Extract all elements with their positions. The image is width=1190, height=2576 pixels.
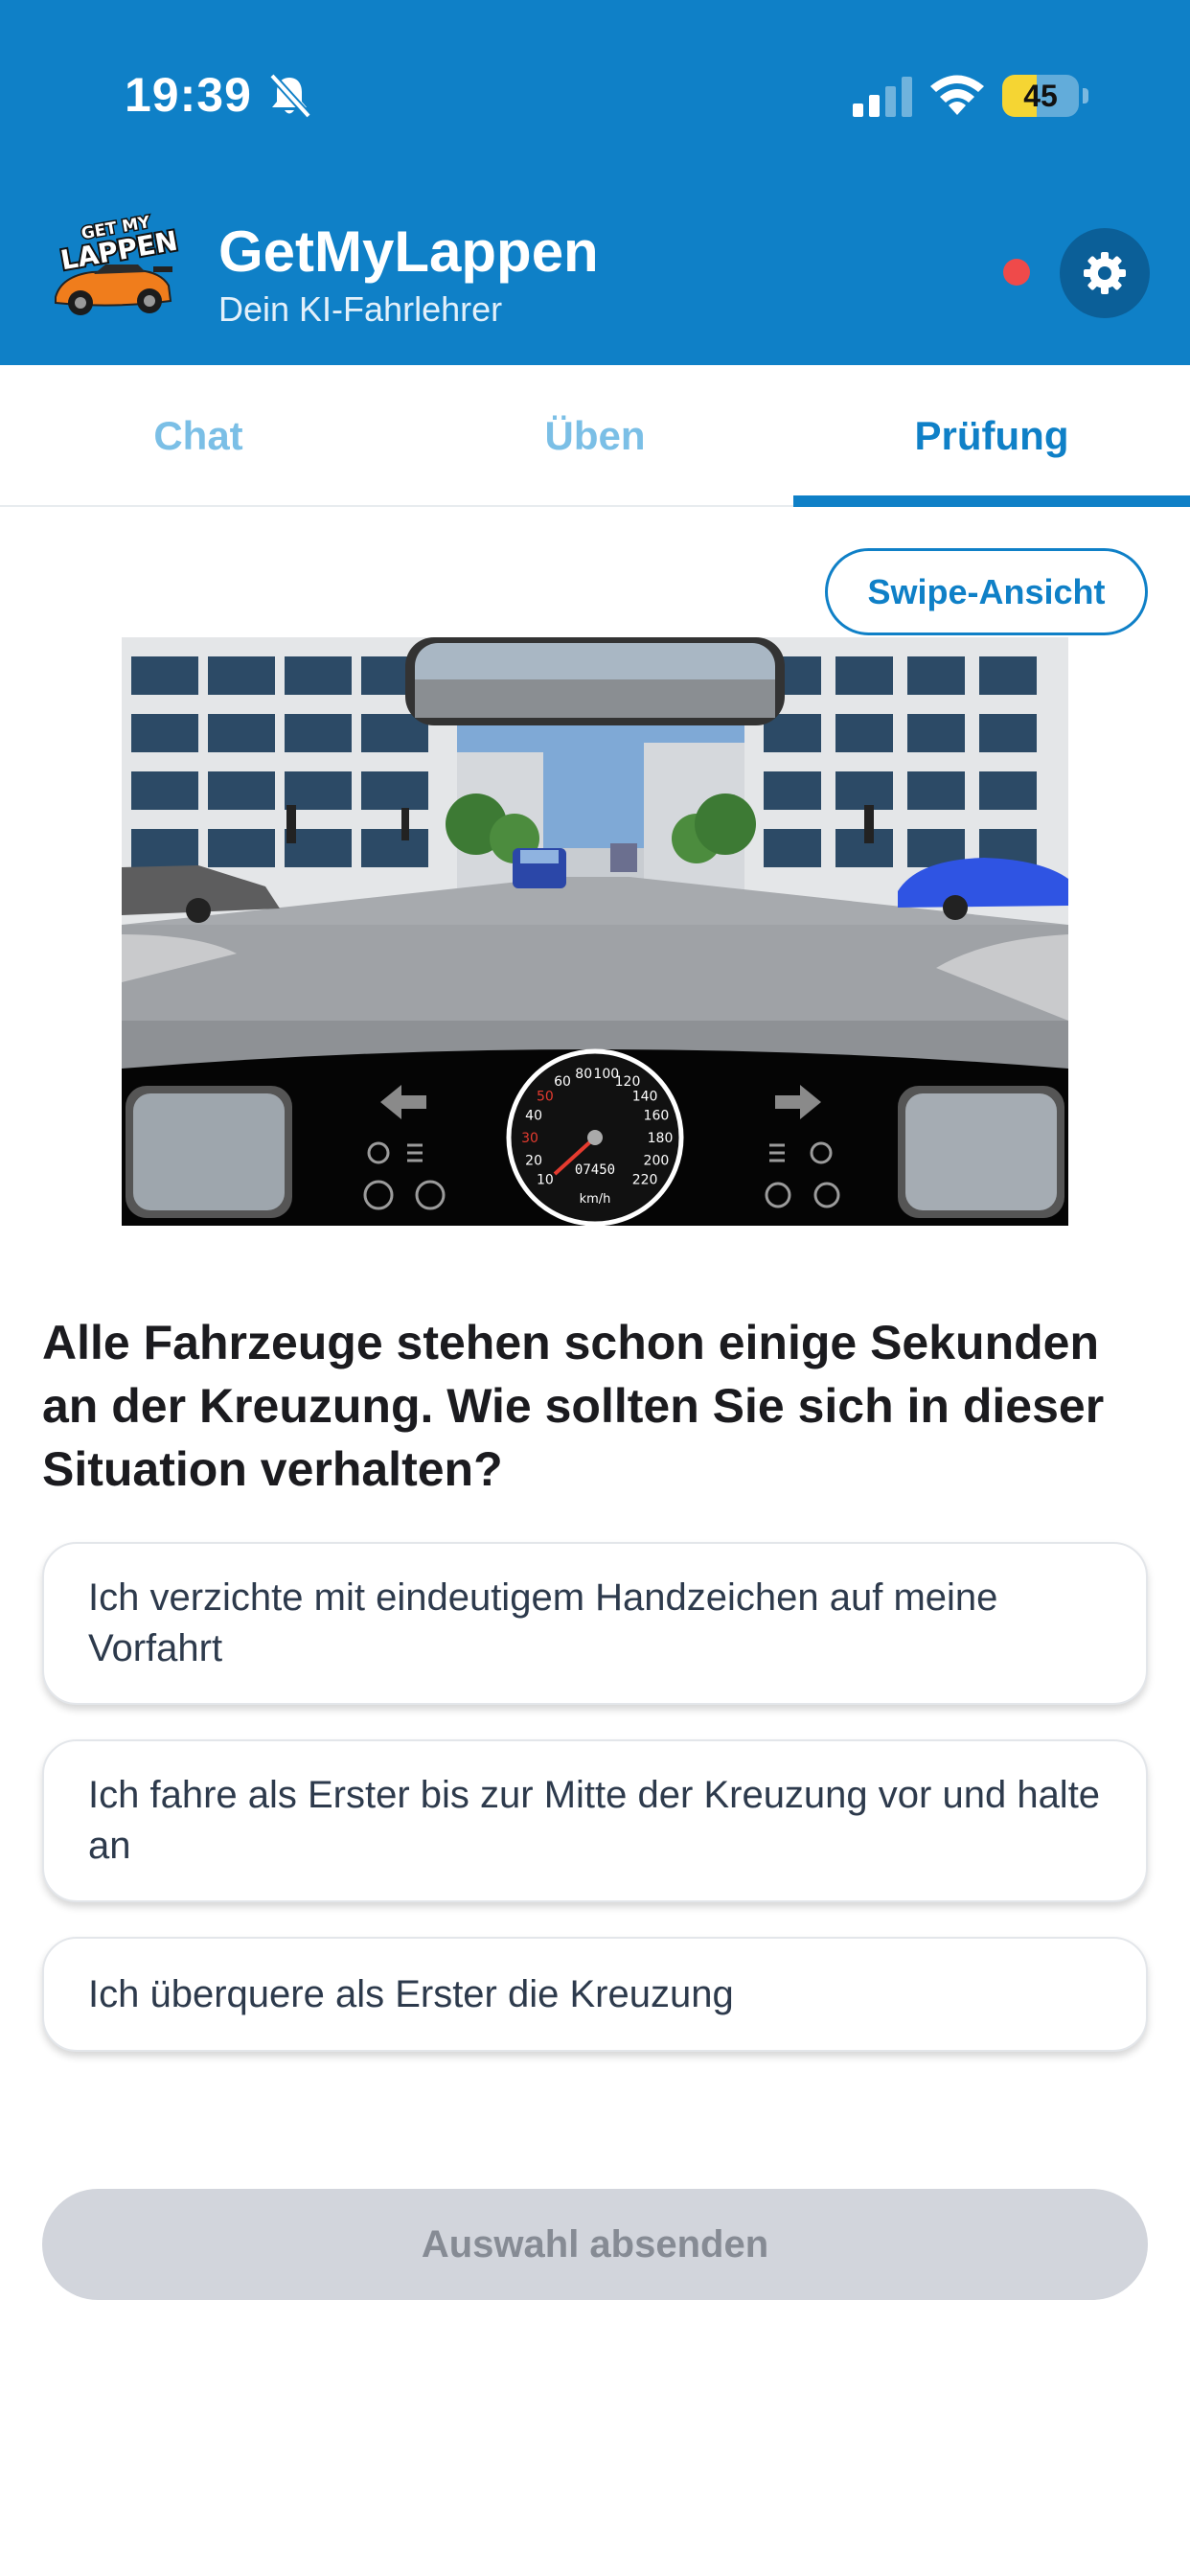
speed-tick-label: 50 (537, 1089, 554, 1104)
speed-tick-label: 40 (525, 1109, 542, 1124)
speed-tick-label: 200 (644, 1153, 670, 1168)
submit-selection-button[interactable]: Auswahl absenden (42, 2189, 1148, 2300)
question-text: Alle Fahrzeuge stehen schon einige Sekun… (42, 1316, 1105, 1496)
app-subtitle: Dein KI-Fahrlehrer (218, 289, 503, 329)
answer-option-3[interactable]: Ich überquere als Erster die Kreuzung (42, 1937, 1148, 2052)
speed-tick-label: 180 (648, 1131, 674, 1146)
gear-icon (1084, 252, 1126, 294)
battery-level: 45 (1023, 79, 1058, 113)
app-header: 19:39 45 GET MY LAPPEN GetMyLappen Dein … (0, 0, 1190, 365)
question-image: 10 20 30 40 50 60 80 100 120 140 160 180 200 220 0745… (122, 637, 1068, 1226)
notification-dot (1003, 259, 1030, 286)
speed-tick-label: 30 (521, 1131, 538, 1146)
tab-ueben[interactable]: Üben (397, 365, 793, 507)
speed-tick-label: 10 (537, 1173, 554, 1188)
answer-option-2[interactable]: Ich fahre als Erster bis zur Mitte der K… (42, 1739, 1148, 1902)
odometer: 07450 (575, 1162, 615, 1178)
answer-option-label: Ich fahre als Erster bis zur Mitte der K… (88, 1774, 1101, 1867)
speed-tick-label: 120 (615, 1074, 641, 1090)
bell-slash-icon (269, 73, 311, 119)
tab-pruefung[interactable]: Prüfung (793, 365, 1190, 507)
speed-tick-label: 60 (554, 1074, 571, 1090)
speed-tick-label: 20 (525, 1153, 542, 1168)
active-tab-indicator (793, 495, 1190, 507)
status-time: 19:39 (125, 68, 252, 122)
app-title: GetMyLappen (218, 219, 599, 284)
driving-scene: 10203040506080 100120140160180200220 0745… (122, 637, 1068, 1226)
speed-unit: km/h (580, 1192, 611, 1207)
swipe-view-button[interactable]: Swipe-Ansicht (825, 548, 1148, 635)
answer-option-1[interactable]: Ich verzichte mit eindeutigem Handzeiche… (42, 1542, 1148, 1705)
wifi-icon (930, 75, 984, 115)
speed-tick-label: 140 (632, 1089, 658, 1104)
tab-bar: Chat Üben Prüfung (0, 365, 1190, 507)
app-logo: GET MY LAPPEN (55, 211, 180, 315)
speed-tick-label: 160 (644, 1109, 670, 1124)
cellular-signal-icon (853, 77, 912, 117)
settings-button[interactable] (1060, 228, 1150, 318)
tab-chat[interactable]: Chat (0, 365, 397, 507)
speed-tick-label: 220 (632, 1173, 658, 1188)
speed-tick-label: 80 (575, 1067, 592, 1082)
answer-option-label: Ich überquere als Erster die Kreuzung (88, 1972, 734, 2015)
answer-option-label: Ich verzichte mit eindeutigem Handzeiche… (88, 1576, 998, 1669)
status-bar: 19:39 45 (0, 0, 1190, 192)
battery-icon: 45 (1002, 75, 1088, 117)
